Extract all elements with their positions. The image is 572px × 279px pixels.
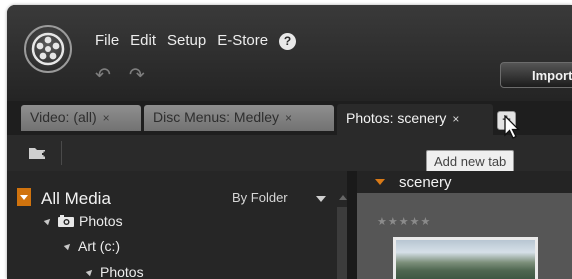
tab-close-icon[interactable]: × xyxy=(103,111,110,125)
tab-strip: Video: (all) × Disc Menus: Medley × Photos… xyxy=(7,101,572,135)
tab-close-icon[interactable]: × xyxy=(452,112,459,126)
tree-node-photos-folder[interactable]: Photos xyxy=(85,264,144,279)
tree-scrollbar[interactable] xyxy=(337,207,347,279)
menu-bar: File Edit Setup E-Store ? xyxy=(95,32,297,50)
library-toolbar: Add new tab xyxy=(7,135,572,173)
media-browser-panel: scenery ★★★★★ xyxy=(357,171,572,279)
tree-node-label: Art (c:) xyxy=(78,238,120,254)
app-logo-icon[interactable] xyxy=(24,25,72,73)
menu-setup[interactable]: Setup xyxy=(167,32,206,50)
menu-file[interactable]: File xyxy=(95,32,119,50)
undo-icon[interactable]: ↶ xyxy=(95,66,111,85)
add-tab-tooltip: Add new tab xyxy=(426,150,515,173)
add-folder-icon[interactable] xyxy=(28,145,48,166)
tab-label: Disc Menus: Medley xyxy=(153,109,280,125)
tree-node-art-drive[interactable]: Art (c:) xyxy=(63,238,120,254)
group-by-dropdown[interactable]: By Folder xyxy=(232,190,288,205)
app-window: File Edit Setup E-Store ? ↶ ↷ Import Vid… xyxy=(7,5,572,279)
tab-label: Video: (all) xyxy=(30,109,97,125)
scroll-up-icon[interactable] xyxy=(339,195,347,200)
tab-photos-scenery[interactable]: Photos: scenery × xyxy=(337,104,493,135)
camera-icon xyxy=(58,214,74,230)
tree-node-label: Photos xyxy=(100,264,144,279)
rating-stars[interactable]: ★★★★★ xyxy=(377,215,431,228)
redo-icon[interactable]: ↷ xyxy=(129,66,145,85)
mouse-cursor-icon xyxy=(504,115,521,139)
collapse-panel-button[interactable] xyxy=(17,188,31,206)
tree-node-photos[interactable]: Photos xyxy=(43,213,123,230)
expand-triangle-icon[interactable] xyxy=(63,241,73,251)
tab-close-icon[interactable]: × xyxy=(285,111,292,125)
panel-splitter[interactable] xyxy=(347,171,357,279)
tab-label: Photos: scenery xyxy=(346,110,447,126)
menu-edit[interactable]: Edit xyxy=(130,32,156,50)
library-title: All Media xyxy=(41,189,111,208)
toolbar-divider xyxy=(61,141,62,165)
tree-node-label: Photos xyxy=(79,213,123,229)
import-button[interactable]: Import xyxy=(500,62,572,88)
photo-thumbnail[interactable] xyxy=(393,237,538,279)
collapse-arrow-icon[interactable] xyxy=(375,179,385,185)
expand-triangle-icon[interactable] xyxy=(43,216,53,226)
menu-estore[interactable]: E-Store xyxy=(217,32,268,50)
tab-disc-menus-medley[interactable]: Disc Menus: Medley × xyxy=(144,105,334,131)
help-icon[interactable]: ? xyxy=(279,33,297,50)
tab-video-all[interactable]: Video: (all) × xyxy=(21,105,141,131)
browser-header: scenery xyxy=(357,171,572,193)
title-bar: File Edit Setup E-Store ? ↶ ↷ Import xyxy=(7,5,572,101)
chevron-down-icon[interactable] xyxy=(316,196,326,202)
browser-title: scenery xyxy=(399,174,452,191)
undo-redo-group: ↶ ↷ xyxy=(95,66,145,85)
library-tree-panel: All Media By Folder Photos Art (c:) Phot… xyxy=(7,171,347,279)
expand-triangle-icon[interactable] xyxy=(85,267,95,277)
